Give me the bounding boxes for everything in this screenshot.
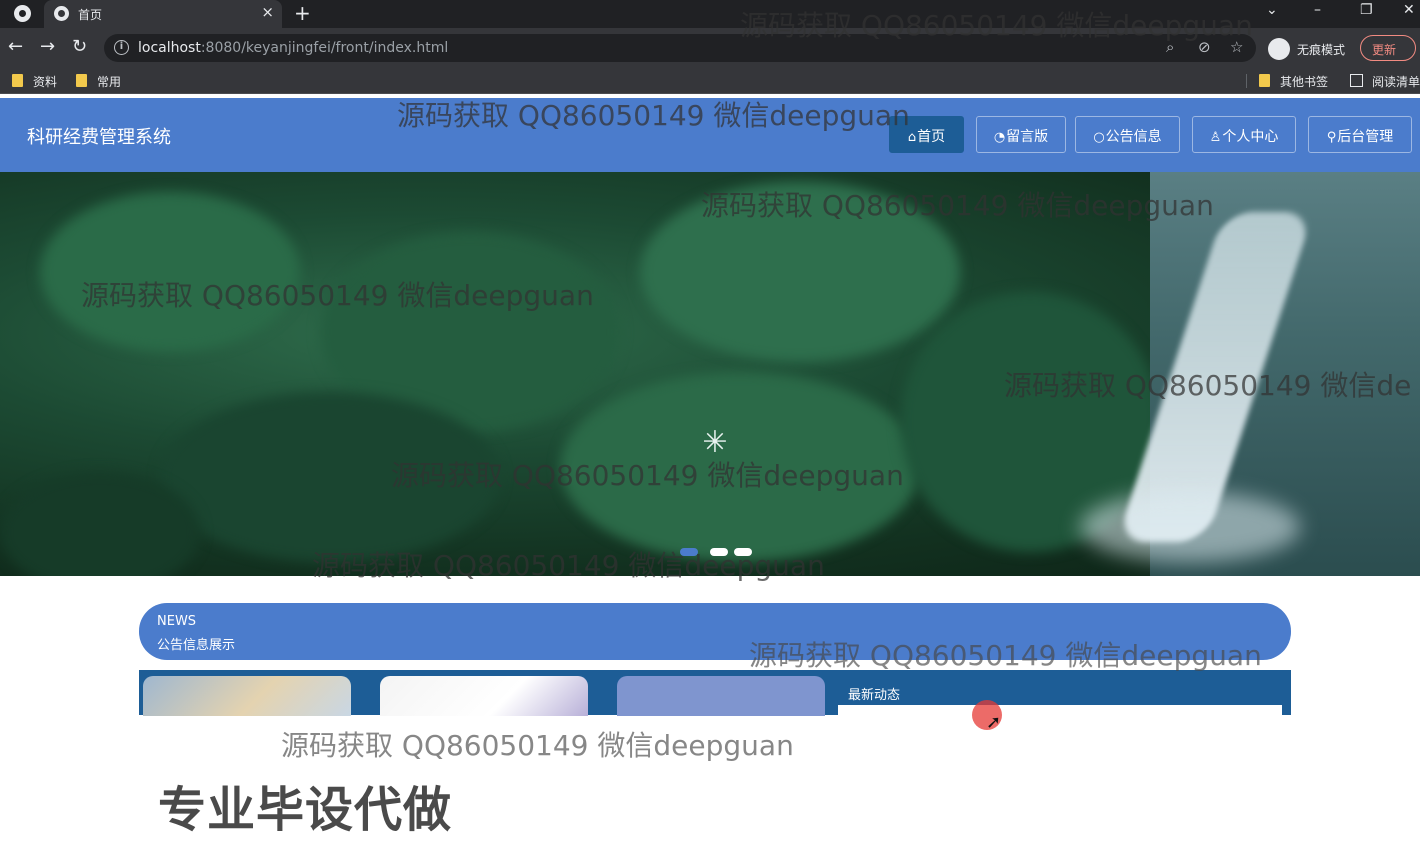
mouse-cursor-icon: ➚ xyxy=(986,712,1002,733)
news-card-image[interactable] xyxy=(380,676,588,716)
forward-icon[interactable]: → xyxy=(40,36,55,57)
reading-list-icon xyxy=(1350,74,1363,87)
latest-news-title: 最新动态 xyxy=(848,688,901,703)
update-button[interactable]: 更新 xyxy=(1360,35,1416,61)
favicon-icon xyxy=(54,6,69,21)
chrome-logo-icon xyxy=(14,5,31,22)
new-tab-button[interactable]: + xyxy=(294,1,311,25)
watermark: 源码获取 QQ86050149 微信deepguan xyxy=(312,549,825,582)
water-mist xyxy=(1080,492,1300,562)
watermark: 源码获取 QQ86050149 微信deepguan xyxy=(391,459,904,492)
link-icon: ⚲ xyxy=(1326,130,1337,145)
foliage xyxy=(40,192,300,352)
nav-label: 后台管理 xyxy=(1337,129,1394,145)
bookmarks-bar: 资料 常用 其他书签 阅读清单 xyxy=(0,68,1420,94)
news-label-en: NEWS xyxy=(157,614,197,629)
browser-tab-home[interactable]: 首页 × xyxy=(44,0,282,28)
site-info-icon[interactable]: i xyxy=(114,40,129,55)
ad-overlay-text: 专业毕设代做 xyxy=(158,782,453,838)
reload-icon[interactable]: ↻ xyxy=(72,36,87,57)
close-window-button[interactable]: ✕ xyxy=(1403,2,1415,18)
url-text: localhost:8080/keyanjingfei/front/index.… xyxy=(138,40,449,56)
nav-admin[interactable]: ⚲后台管理 xyxy=(1308,116,1412,153)
nav-label: 公告信息 xyxy=(1105,129,1162,145)
other-bookmarks[interactable]: 其他书签 xyxy=(1280,73,1328,90)
incognito-icon[interactable] xyxy=(1268,38,1290,60)
watermark: 源码获取 QQ86050149 微信deepguan xyxy=(281,729,794,762)
restore-button[interactable]: ❐ xyxy=(1360,2,1373,18)
tab-close-icon[interactable]: × xyxy=(261,3,274,21)
nav-label: 个人中心 xyxy=(1222,129,1279,145)
nav-message-board[interactable]: ◔留言版 xyxy=(976,116,1066,153)
nav-label: 首页 xyxy=(917,129,946,145)
tab-search-icon[interactable]: ⌄ xyxy=(1266,2,1278,18)
watermark: 源码获取 QQ86050149 微信deepguan xyxy=(81,279,594,312)
news-card-image[interactable] xyxy=(617,676,825,716)
latest-news-list xyxy=(838,705,1282,715)
watermark: 源码获取 QQ86050149 微信de xyxy=(1004,369,1412,402)
message-icon: ◔ xyxy=(993,130,1006,145)
site-title: 科研经费管理系统 xyxy=(27,127,171,148)
reading-list[interactable]: 阅读清单 xyxy=(1372,73,1420,90)
incognito-label: 无痕模式 xyxy=(1297,43,1346,57)
folder-icon xyxy=(12,74,23,87)
watermark: 源码获取 QQ86050149 微信deepguan xyxy=(740,9,1253,42)
bookmark-item[interactable]: 常用 xyxy=(97,73,121,90)
nav-label: 留言版 xyxy=(1006,129,1049,145)
screen: 首页 × + ⌄ – ❐ ✕ ← → ↻ i localhost:8080/ke… xyxy=(0,0,1420,850)
bell-icon: ○ xyxy=(1093,130,1105,145)
nav-profile[interactable]: ♙个人中心 xyxy=(1192,116,1296,153)
folder-icon xyxy=(1259,74,1270,87)
watermark: 源码获取 QQ86050149 微信deepguan xyxy=(701,189,1214,222)
tab-title: 首页 xyxy=(78,8,103,22)
news-label-cn: 公告信息展示 xyxy=(157,638,236,653)
nav-announcements[interactable]: ○公告信息 xyxy=(1075,116,1180,153)
news-card-image[interactable] xyxy=(143,676,351,716)
watermark: 源码获取 QQ86050149 微信deepguan xyxy=(397,99,910,132)
minimize-button[interactable]: – xyxy=(1314,2,1321,18)
bookmark-item[interactable]: 资料 xyxy=(33,73,57,90)
watermark: 源码获取 QQ86050149 微信deepguan xyxy=(749,639,1262,672)
user-icon: ♙ xyxy=(1209,130,1222,145)
bookmark-divider xyxy=(1246,74,1247,88)
back-icon[interactable]: ← xyxy=(8,36,23,57)
folder-icon xyxy=(76,74,87,87)
